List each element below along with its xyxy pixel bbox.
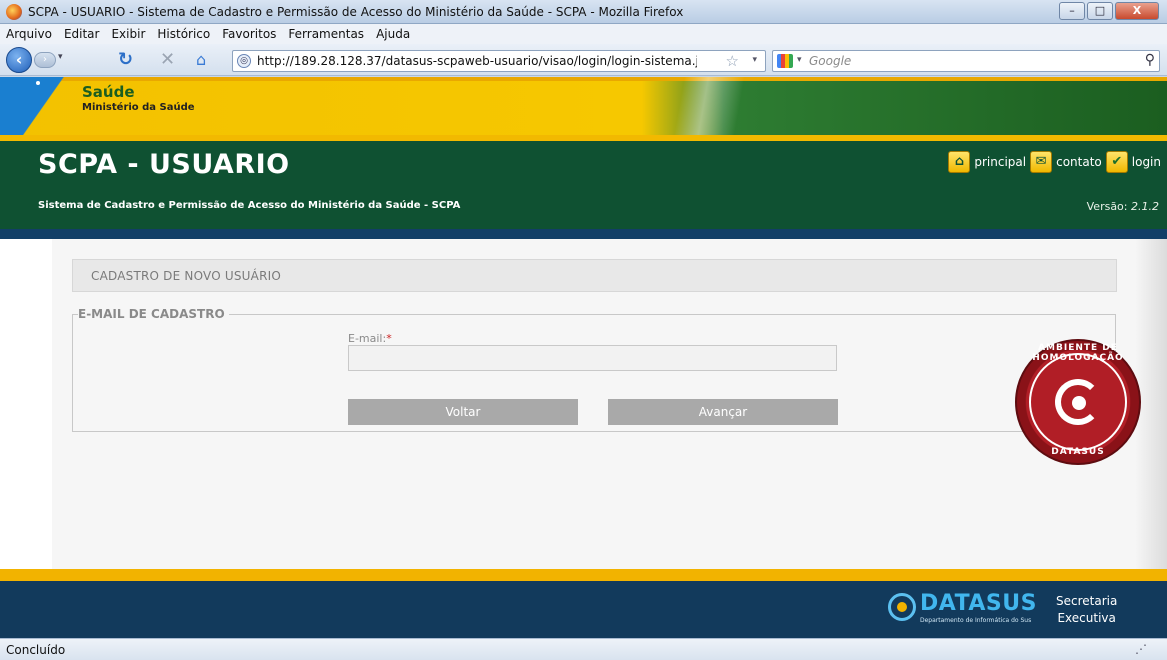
menu-bar: Arquivo Editar Exibir Histórico Favorito… xyxy=(0,24,1167,44)
section-title: CADASTRO DE NOVO USUÁRIO xyxy=(91,269,281,283)
status-bar: Concluído ⋰ xyxy=(0,638,1167,660)
minimize-button[interactable]: – xyxy=(1059,2,1085,20)
page-footer: DATASUS Departamento de Informática do S… xyxy=(0,581,1167,638)
version-number: 2.1.2 xyxy=(1131,200,1159,213)
menu-arquivo[interactable]: Arquivo xyxy=(6,27,52,41)
site-identity-icon[interactable]: ◎ xyxy=(237,54,251,68)
ministerio-label: Ministério da Saúde xyxy=(82,102,195,113)
email-fieldset xyxy=(72,314,1116,432)
version-label: Versão: xyxy=(1086,200,1128,213)
checkmark-icon: ✔ xyxy=(1105,151,1128,173)
menu-favoritos[interactable]: Favoritos xyxy=(222,27,276,41)
saude-label: Saúde xyxy=(82,83,135,101)
home-icon[interactable]: ⌂ xyxy=(196,50,206,70)
menu-editar[interactable]: Editar xyxy=(64,27,100,41)
search-icon[interactable]: ⚲ xyxy=(1145,52,1155,68)
resize-grip-icon[interactable]: ⋰ xyxy=(1135,642,1147,656)
search-placeholder: Google xyxy=(809,54,852,68)
section-header: CADASTRO DE NOVO USUÁRIO xyxy=(72,259,1117,292)
version-info: Versão: 2.1.2 xyxy=(1087,200,1159,213)
search-box[interactable]: ▾ Google ⚲ xyxy=(772,50,1160,72)
search-engine-dropdown-icon[interactable]: ▾ xyxy=(797,55,802,65)
voltar-button[interactable]: Voltar xyxy=(348,399,578,425)
envelope-icon: ✉ xyxy=(1030,151,1053,173)
datasus-logo-icon xyxy=(888,593,916,621)
page-title: SCPA - USUARIO xyxy=(38,149,290,180)
url-text[interactable]: http://189.28.128.37/datasus-scpaweb-usu… xyxy=(257,54,697,68)
address-bar[interactable]: ◎ http://189.28.128.37/datasus-scpaweb-u… xyxy=(232,50,766,72)
menu-ferramentas[interactable]: Ferramentas xyxy=(288,27,364,41)
ministry-banner: Saúde Ministério da Saúde xyxy=(0,77,1167,141)
datasus-brand: DATASUS xyxy=(920,591,1037,616)
home-icon: ⌂ xyxy=(948,151,971,173)
reload-icon[interactable]: ↻ xyxy=(118,50,133,70)
menu-historico[interactable]: Histórico xyxy=(157,27,210,41)
header-divider xyxy=(0,229,1167,239)
nav-login[interactable]: ✔ login xyxy=(1105,151,1161,173)
avancar-button[interactable]: Avançar xyxy=(608,399,838,425)
nav-principal[interactable]: ⌂ principal xyxy=(948,151,1026,173)
window-controls: – □ X xyxy=(1059,2,1159,20)
nav-principal-label[interactable]: principal xyxy=(974,155,1026,169)
stop-icon[interactable]: ✕ xyxy=(160,50,175,70)
window-title: SCPA - USUARIO - Sistema de Cadastro e P… xyxy=(28,5,684,19)
maximize-button[interactable]: □ xyxy=(1087,2,1113,20)
top-navigation: ⌂ principal ✉ contato ✔ login xyxy=(948,151,1161,173)
required-marker: * xyxy=(386,332,392,345)
datasus-subtitle: Departamento de Informática do Sus xyxy=(920,617,1032,624)
navigation-toolbar: ‹ › ▾ ↻ ✕ ⌂ ◎ http://189.28.128.37/datas… xyxy=(0,44,1167,76)
page-viewport: Saúde Ministério da Saúde SCPA - USUARIO… xyxy=(0,77,1167,638)
main-content: CADASTRO DE NOVO USUÁRIO E-MAIL DE CADAS… xyxy=(52,239,1135,569)
nav-login-label[interactable]: login xyxy=(1132,155,1161,169)
back-button[interactable]: ‹ xyxy=(6,47,32,73)
brazil-flag-wedge xyxy=(0,77,70,141)
nav-contato-label[interactable]: contato xyxy=(1056,155,1102,169)
window-titlebar: SCPA - USUARIO - Sistema de Cadastro e P… xyxy=(0,0,1167,24)
homologation-seal: AMBIENTE DE HOMOLOGAÇÃO DATASUS xyxy=(1015,339,1141,465)
page-subtitle: Sistema de Cadastro e Permissão de Acess… xyxy=(38,200,461,211)
bookmark-star-icon[interactable]: ☆ xyxy=(726,52,739,70)
app-header: SCPA - USUARIO Sistema de Cadastro e Per… xyxy=(0,141,1167,229)
fieldset-legend: E-MAIL DE CADASTRO xyxy=(78,307,229,321)
seal-top-text: AMBIENTE DE HOMOLOGAÇÃO xyxy=(1032,343,1124,363)
forward-button[interactable]: › xyxy=(34,52,56,68)
secretaria-executiva: Secretaria Executiva xyxy=(1056,594,1118,625)
menu-exibir[interactable]: Exibir xyxy=(111,27,145,41)
nav-contato[interactable]: ✉ contato xyxy=(1030,151,1102,173)
close-button[interactable]: X xyxy=(1115,2,1159,20)
url-dropdown-icon[interactable]: ▾ xyxy=(752,55,757,65)
footer-stripe xyxy=(0,569,1167,581)
search-engine-icon[interactable] xyxy=(777,54,793,68)
email-label: E-mail:* xyxy=(348,332,392,345)
history-dropdown-icon[interactable]: ▾ xyxy=(58,52,63,62)
status-text: Concluído xyxy=(6,643,66,657)
firefox-icon xyxy=(6,4,22,20)
menu-ajuda[interactable]: Ajuda xyxy=(376,27,410,41)
email-input[interactable] xyxy=(348,345,837,371)
seal-bottom-text: DATASUS xyxy=(1051,447,1105,457)
